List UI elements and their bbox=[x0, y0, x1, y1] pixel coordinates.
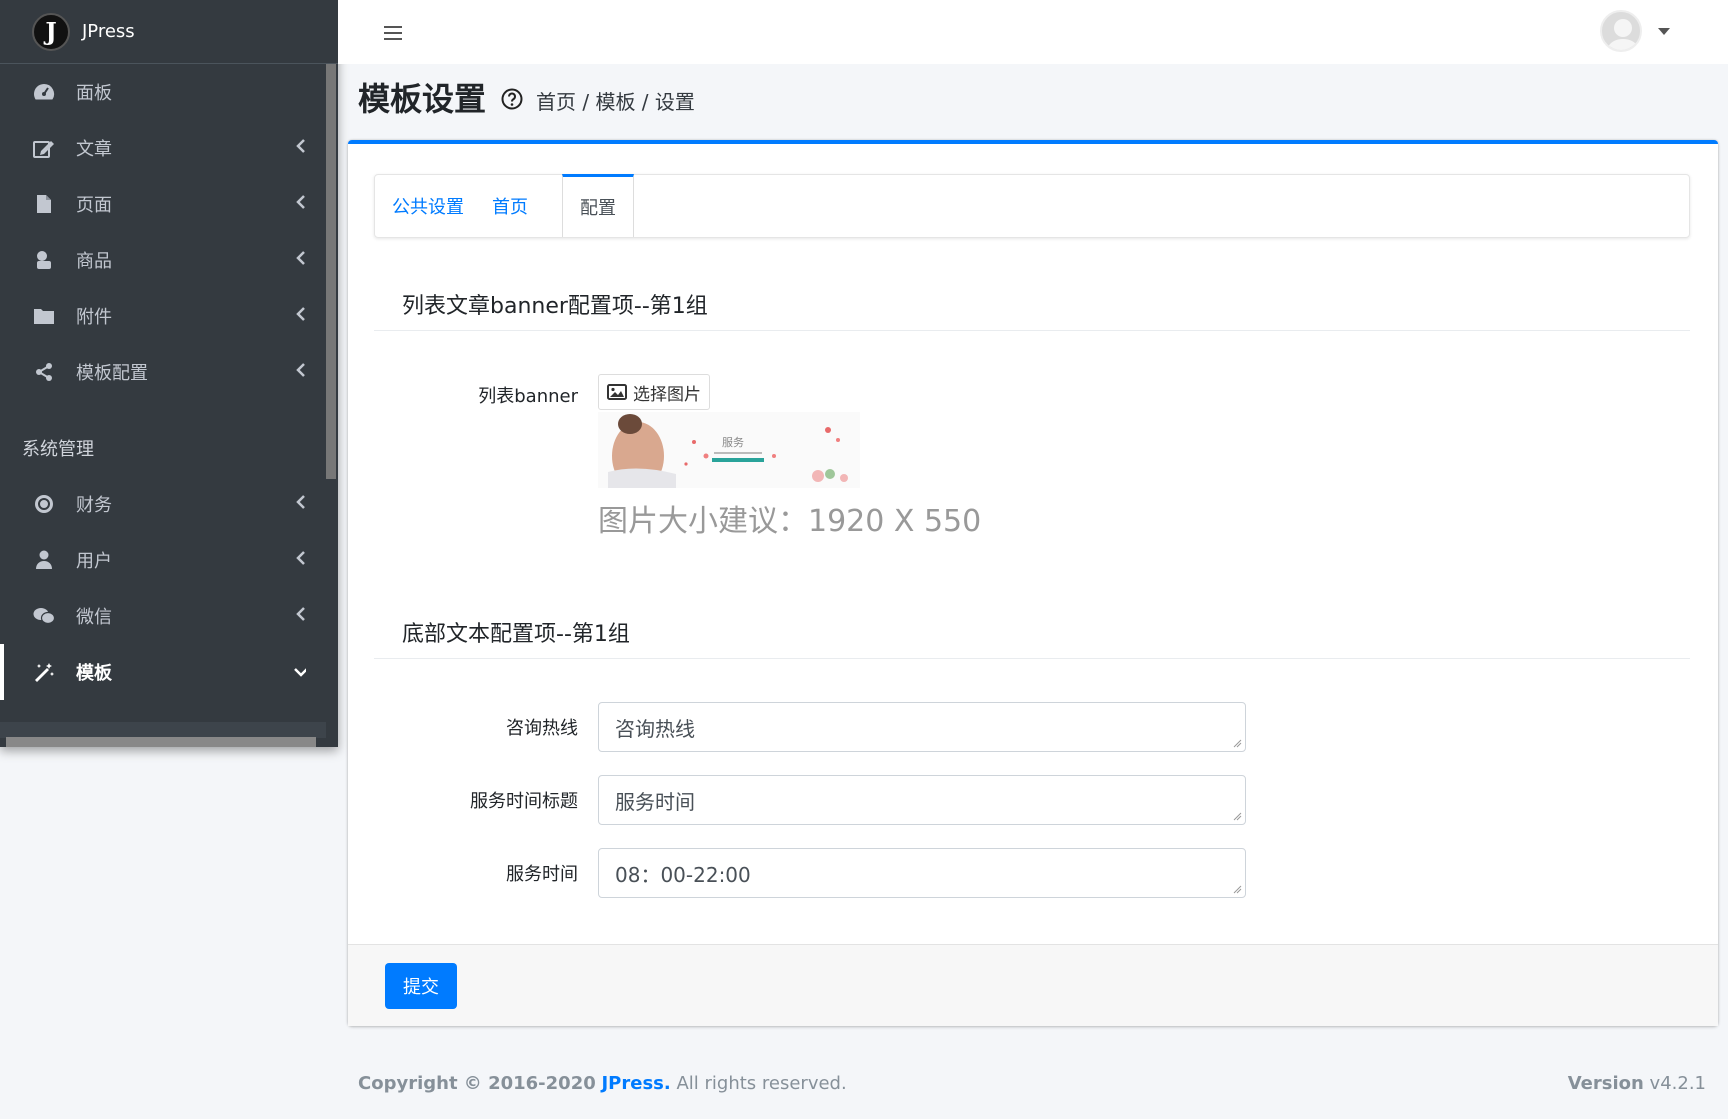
field-label-list-banner: 列表banner bbox=[478, 386, 578, 407]
brand-name: JPress bbox=[82, 21, 135, 42]
section-title-footer-text: 底部文本配置项--第1组 bbox=[402, 622, 630, 647]
sidebar-item-articles[interactable]: 文章 bbox=[0, 120, 326, 176]
submit-button[interactable]: 提交 bbox=[385, 963, 457, 1009]
field-label-hotline: 咨询热线 bbox=[506, 718, 578, 739]
help-icon[interactable] bbox=[501, 88, 523, 110]
sidebar-item-label: 文章 bbox=[76, 139, 112, 160]
banner-preview-image: 服务 bbox=[598, 412, 860, 488]
tab-config[interactable]: 配置 bbox=[562, 174, 634, 237]
chevron-left-icon bbox=[296, 495, 305, 509]
select-image-label: 选择图片 bbox=[633, 384, 701, 405]
sidebar-scrollbar-horizontal[interactable] bbox=[6, 737, 316, 747]
edit-icon bbox=[32, 138, 56, 158]
user-icon bbox=[32, 550, 56, 570]
service-time-input[interactable]: 08：00-22:00 bbox=[598, 848, 1246, 898]
hamburger-menu-icon[interactable] bbox=[384, 26, 402, 40]
tab-bar: 公共设置 首页 配置 bbox=[374, 174, 1690, 238]
copyright-prefix: Copyright © 2016-2020 bbox=[358, 1073, 596, 1094]
sidebar-item-dashboard[interactable]: 面板 bbox=[0, 64, 326, 120]
version-number: v4.2.1 bbox=[1649, 1073, 1706, 1094]
submenu-placeholder bbox=[0, 722, 326, 738]
section-divider bbox=[374, 658, 1690, 659]
chevron-left-icon bbox=[296, 251, 305, 265]
breadcrumb: 首页 / 模板 / 设置 bbox=[536, 90, 695, 114]
select-image-button[interactable]: 选择图片 bbox=[598, 374, 710, 410]
sidebar-item-pages[interactable]: 页面 bbox=[0, 176, 326, 232]
hotline-input-value: 咨询热线 bbox=[615, 716, 695, 741]
sidebar-item-templates[interactable]: 模板 bbox=[0, 644, 326, 700]
sidebar-item-label: 模板配置 bbox=[76, 363, 148, 384]
page-title: 模板设置 bbox=[358, 80, 487, 118]
user-dropdown-caret-icon[interactable] bbox=[1658, 28, 1670, 35]
sidebar-item-wechat[interactable]: 微信 bbox=[0, 588, 326, 644]
sidebar: J JPress 面板 文章 页面 商品 附件 模板配置 系统管理 财务 用户 … bbox=[0, 0, 338, 747]
image-icon bbox=[607, 384, 627, 400]
banner-text: 服务 bbox=[722, 436, 744, 449]
chevron-left-icon bbox=[296, 307, 305, 321]
dashboard-icon bbox=[32, 82, 56, 102]
folder-icon bbox=[32, 306, 56, 326]
service-time-title-value: 服务时间 bbox=[615, 789, 695, 814]
sidebar-item-label: 模板 bbox=[76, 663, 112, 684]
brand-logo: J bbox=[32, 12, 70, 51]
card-footer: 提交 bbox=[348, 944, 1718, 1026]
brand-link[interactable]: J JPress bbox=[0, 0, 338, 64]
sidebar-nav: 面板 文章 页面 商品 附件 模板配置 系统管理 财务 用户 微信 模板 bbox=[0, 64, 326, 700]
resize-grip-icon[interactable] bbox=[1232, 738, 1242, 748]
resize-grip-icon[interactable] bbox=[1232, 811, 1242, 821]
banner-illustration: 服务 bbox=[598, 412, 860, 488]
field-label-service-time-title: 服务时间标题 bbox=[470, 791, 578, 812]
chevron-left-icon bbox=[296, 551, 305, 565]
sidebar-item-users[interactable]: 用户 bbox=[0, 532, 326, 588]
sidebar-scrollbar-vertical[interactable] bbox=[326, 64, 336, 479]
resize-grip-icon[interactable] bbox=[1232, 884, 1242, 894]
share-icon bbox=[32, 362, 56, 382]
brand-footer-link[interactable]: JPress. bbox=[601, 1073, 670, 1094]
sidebar-item-finance[interactable]: 财务 bbox=[0, 476, 326, 532]
version-info: Version v4.2.1 bbox=[1568, 1073, 1706, 1094]
sidebar-item-products[interactable]: 商品 bbox=[0, 232, 326, 288]
chevron-left-icon bbox=[296, 363, 305, 377]
file-icon bbox=[32, 194, 56, 214]
avatar-icon bbox=[1606, 19, 1640, 50]
chevron-left-icon bbox=[296, 195, 305, 209]
settings-card: 公共设置 首页 配置 列表文章banner配置项--第1组 列表banner 选… bbox=[348, 140, 1718, 1026]
chevron-left-icon bbox=[296, 139, 305, 153]
sidebar-item-label: 用户 bbox=[76, 551, 112, 572]
service-time-value: 08：00-22:00 bbox=[615, 862, 751, 887]
sidebar-item-label: 财务 bbox=[76, 495, 112, 516]
product-icon bbox=[32, 250, 56, 270]
user-avatar[interactable] bbox=[1600, 10, 1642, 52]
sidebar-item-label: 页面 bbox=[76, 195, 112, 216]
sidebar-section-header: 系统管理 bbox=[22, 439, 94, 460]
sidebar-item-label: 附件 bbox=[76, 307, 112, 328]
tab-home[interactable]: 首页 bbox=[475, 175, 545, 237]
hotline-input[interactable]: 咨询热线 bbox=[598, 702, 1246, 752]
finance-icon bbox=[32, 494, 56, 514]
version-label: Version bbox=[1567, 1073, 1644, 1094]
chevron-down-icon bbox=[294, 668, 306, 677]
rights-text: All rights reserved. bbox=[676, 1073, 847, 1094]
image-size-hint: 图片大小建议：1920 X 550 bbox=[598, 504, 982, 539]
field-label-service-time: 服务时间 bbox=[506, 864, 578, 885]
sidebar-item-label: 商品 bbox=[76, 251, 112, 272]
sidebar-item-template-config[interactable]: 模板配置 bbox=[0, 344, 326, 400]
sidebar-item-label: 面板 bbox=[76, 83, 112, 104]
wechat-icon bbox=[32, 606, 56, 626]
copyright: Copyright © 2016-2020 JPress. All rights… bbox=[358, 1073, 847, 1094]
magic-wand-icon bbox=[32, 662, 56, 682]
sidebar-item-label: 微信 bbox=[76, 607, 112, 628]
chevron-left-icon bbox=[296, 607, 305, 621]
top-navbar bbox=[338, 0, 1728, 64]
service-time-title-input[interactable]: 服务时间 bbox=[598, 775, 1246, 825]
sidebar-item-attachments[interactable]: 附件 bbox=[0, 288, 326, 344]
section-title-banner: 列表文章banner配置项--第1组 bbox=[402, 294, 708, 319]
section-divider bbox=[374, 330, 1690, 331]
tab-common-settings[interactable]: 公共设置 bbox=[375, 175, 481, 237]
